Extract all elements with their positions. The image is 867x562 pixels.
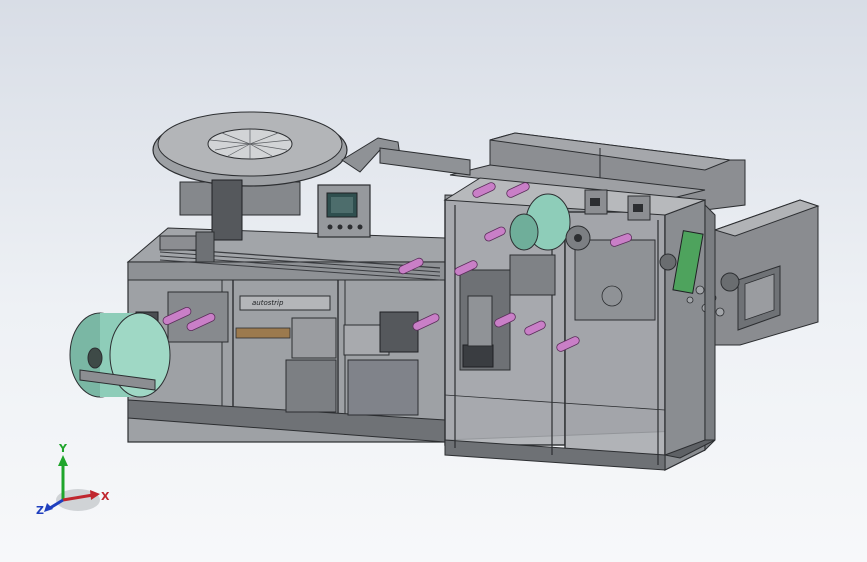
cad-viewport[interactable]: autostrip Y X Z xyxy=(0,0,867,562)
film-roll-left xyxy=(69,312,171,398)
axis-triad[interactable]: Y X Z xyxy=(36,442,110,517)
z-axis-label: Z xyxy=(36,504,44,517)
right-output-box xyxy=(713,199,820,346)
y-axis-arrow xyxy=(58,455,68,466)
packaging-machine-model[interactable]: autostrip Y X Z xyxy=(0,0,867,562)
x-axis-label: X xyxy=(101,490,110,503)
panel-label: autostrip xyxy=(252,299,284,307)
y-axis-label: Y xyxy=(58,442,68,455)
